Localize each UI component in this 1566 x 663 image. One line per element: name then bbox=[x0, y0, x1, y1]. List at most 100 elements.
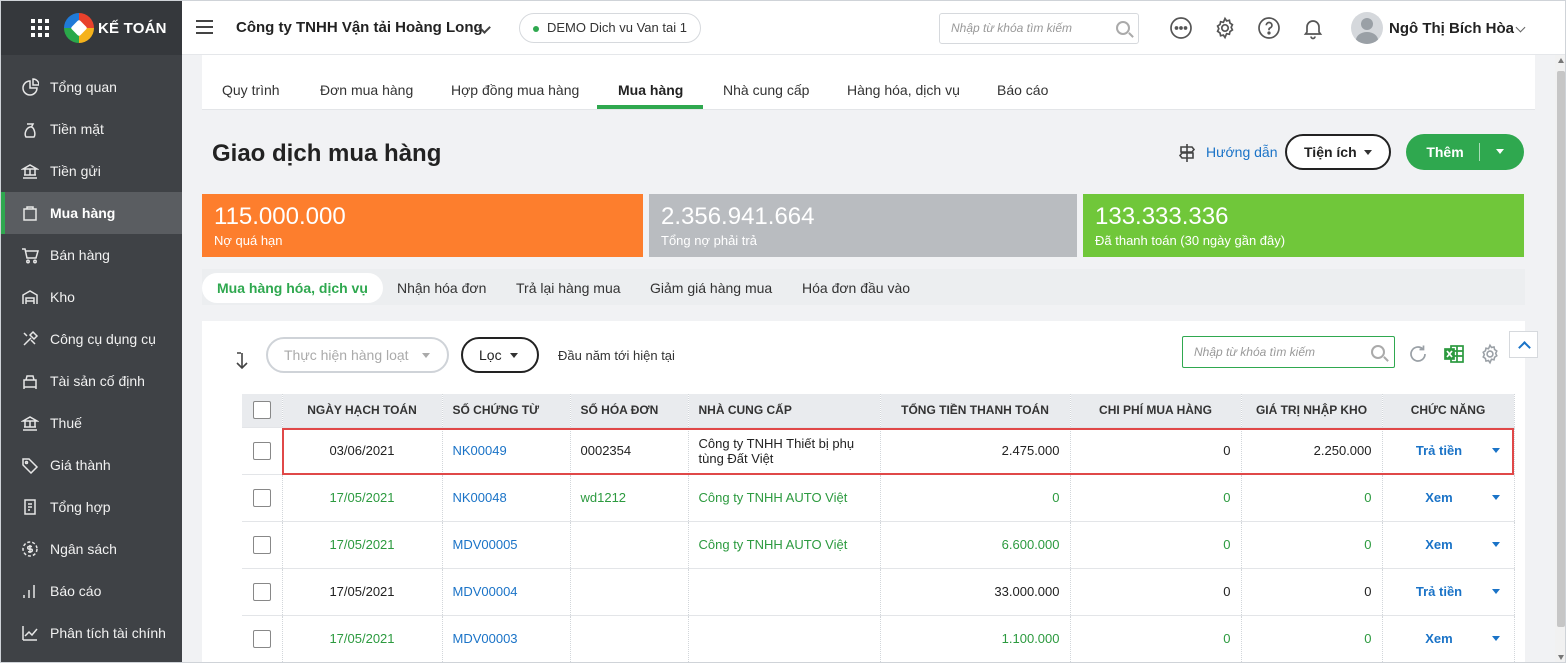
col-header-date[interactable]: NGÀY HẠCH TOÁN bbox=[282, 394, 443, 428]
cell-total: 1.100.000 bbox=[880, 615, 1071, 662]
row-action-button[interactable]: Xem bbox=[1393, 537, 1504, 552]
more-icon[interactable] bbox=[1169, 16, 1193, 40]
grid-search-input[interactable]: Nhập từ khóa tìm kiếm bbox=[1182, 336, 1395, 368]
scrollbar[interactable] bbox=[1555, 55, 1565, 662]
scrollbar-thumb[interactable] bbox=[1557, 71, 1565, 627]
refresh-icon[interactable] bbox=[1407, 343, 1429, 365]
utility-button[interactable]: Tiện ích bbox=[1285, 134, 1391, 170]
excel-icon[interactable] bbox=[1443, 343, 1465, 365]
grid-settings-icon[interactable] bbox=[1479, 343, 1501, 365]
search-icon[interactable] bbox=[1116, 21, 1130, 35]
select-all-checkbox[interactable] bbox=[252, 401, 271, 420]
sidebar-item-label: Thuế bbox=[50, 415, 82, 431]
gear-icon[interactable] bbox=[1213, 16, 1237, 40]
tools-icon bbox=[21, 330, 39, 348]
sidebar-item-9[interactable]: Thuế bbox=[1, 402, 182, 444]
col-header-doc-no[interactable]: SỐ CHỨNG TỪ bbox=[442, 394, 571, 428]
scroll-down-icon[interactable] bbox=[1558, 655, 1564, 660]
table-row[interactable]: 17/05/2021 MDV00005 Công ty TNHH AUTO Việt… bbox=[242, 521, 1515, 569]
table-row[interactable]: 17/05/2021 MDV00004 33.000.000 0 0 Trả tiền bbox=[242, 568, 1515, 616]
price-tag-icon bbox=[21, 456, 39, 474]
sidebar-item-5[interactable]: Bán hàng bbox=[1, 234, 182, 276]
search-icon[interactable] bbox=[1371, 345, 1385, 359]
user-name[interactable]: Ngô Thị Bích Hòa bbox=[1389, 20, 1514, 37]
scroll-up-icon[interactable] bbox=[1558, 58, 1564, 63]
sidebar-item-6[interactable]: Kho bbox=[1, 276, 182, 318]
logo-row: KẾ TOÁN bbox=[1, 1, 182, 55]
global-search-input[interactable]: Nhập từ khóa tìm kiếm bbox=[939, 13, 1139, 44]
row-action-button[interactable]: Xem bbox=[1393, 490, 1504, 505]
subtab-nhan-hoa-don[interactable]: Nhận hóa đơn bbox=[397, 280, 486, 296]
card-overdue[interactable]: 115.000.000 Nợ quá hạn bbox=[202, 194, 643, 257]
cell-supplier bbox=[688, 568, 881, 616]
row-action-button[interactable]: Trả tiền bbox=[1393, 584, 1504, 599]
row-checkbox[interactable] bbox=[252, 629, 271, 648]
bell-icon[interactable] bbox=[1301, 16, 1325, 40]
col-header-cost[interactable]: CHI PHÍ MUA HÀNG bbox=[1070, 394, 1242, 428]
menu-icon[interactable] bbox=[196, 20, 213, 34]
sidebar-item-label: Báo cáo bbox=[50, 583, 102, 599]
sidebar-item-8[interactable]: Tài sản cố định bbox=[1, 360, 182, 402]
sidebar-item-11[interactable]: Tổng hợp bbox=[1, 486, 182, 528]
row-checkbox[interactable] bbox=[252, 535, 271, 554]
card-total-payable[interactable]: 2.356.941.664 Tổng nợ phải trả bbox=[649, 194, 1077, 257]
chevron-down-icon[interactable] bbox=[1515, 22, 1526, 33]
sidebar-item-1[interactable]: Tổng quan bbox=[1, 66, 182, 108]
filter-button[interactable]: Lọc bbox=[461, 337, 539, 373]
table-row[interactable]: 17/05/2021 NK00048 wd1212 Công ty TNHH AUTO… bbox=[242, 474, 1515, 522]
sidebar-item-7[interactable]: Công cụ dụng cụ bbox=[1, 318, 182, 360]
sidebar-item-label: Mua hàng bbox=[50, 205, 116, 221]
avatar[interactable] bbox=[1351, 12, 1383, 44]
card-paid-30-days[interactable]: 133.333.336 Đã thanh toán (30 ngày gần đ… bbox=[1083, 194, 1524, 257]
col-header-invoice-no[interactable]: SỐ HÓA ĐƠN bbox=[570, 394, 689, 428]
col-header-supplier[interactable]: NHÀ CUNG CẤP bbox=[688, 394, 881, 428]
cell-doc-no[interactable]: MDV00004 bbox=[442, 568, 571, 616]
period-label[interactable]: Đầu năm tới hiện tại bbox=[558, 348, 675, 363]
tab-hop-dong-mua-hang[interactable]: Hợp đồng mua hàng bbox=[451, 82, 579, 98]
add-button[interactable]: Thêm bbox=[1406, 134, 1524, 170]
tab-mua-hang[interactable]: Mua hàng bbox=[618, 82, 683, 98]
row-action-button[interactable]: Xem bbox=[1393, 631, 1504, 646]
row-checkbox[interactable] bbox=[252, 582, 271, 601]
col-header-total[interactable]: TỔNG TIỀN THANH TOÁN bbox=[880, 394, 1071, 428]
cell-doc-no[interactable]: MDV00005 bbox=[442, 521, 571, 569]
cell-date: 17/05/2021 bbox=[282, 521, 443, 569]
tab-don-mua-hang[interactable]: Đơn mua hàng bbox=[320, 82, 413, 98]
sidebar-item-13[interactable]: Báo cáo bbox=[1, 570, 182, 612]
sidebar-item-14[interactable]: Phân tích tài chính bbox=[1, 612, 182, 654]
tab-hang-hoa-dich-vu[interactable]: Hàng hóa, dịch vụ bbox=[847, 82, 960, 98]
collapse-panel-button[interactable] bbox=[1509, 331, 1538, 358]
bulk-action-dropdown[interactable]: Thực hiện hàng loạt bbox=[266, 337, 449, 373]
subtab-mua-hang-hoa-dich-vu[interactable]: Mua hàng hóa, dịch vụ bbox=[202, 273, 383, 303]
cell-doc-no[interactable]: NK00049 bbox=[442, 427, 571, 475]
table-row[interactable]: 03/06/2021 NK00049 0002354 Công ty TNHH Thi… bbox=[242, 427, 1515, 475]
subtab-hoa-don-dau-vao[interactable]: Hóa đơn đầu vào bbox=[802, 280, 910, 296]
col-header-stock-value[interactable]: GIÁ TRỊ NHẬP KHO bbox=[1241, 394, 1383, 428]
subtab-giam-gia-hang-mua[interactable]: Giảm giá hàng mua bbox=[650, 280, 772, 296]
help-icon[interactable] bbox=[1257, 16, 1281, 40]
sidebar-item-10[interactable]: Giá thành bbox=[1, 444, 182, 486]
dashboard-icon bbox=[21, 78, 39, 96]
sidebar-item-4[interactable]: Mua hàng bbox=[1, 192, 182, 234]
database-badge[interactable]: DEMO Dich vu Van tai 1 bbox=[519, 13, 701, 43]
tab-bao-cao[interactable]: Báo cáo bbox=[997, 82, 1048, 98]
company-selector[interactable]: Công ty TNHH Vận tải Hoàng Long bbox=[236, 19, 483, 36]
sidebar-item-label: Kho bbox=[50, 289, 75, 305]
subtab-tra-lai-hang-mua[interactable]: Trả lại hàng mua bbox=[516, 280, 621, 296]
guide-link[interactable]: Hướng dẫn bbox=[1176, 144, 1277, 162]
row-checkbox[interactable] bbox=[252, 441, 271, 460]
table-row[interactable]: 17/05/2021 MDV00003 1.100.000 0 0 Xem bbox=[242, 615, 1515, 662]
cell-doc-no[interactable]: NK00048 bbox=[442, 474, 571, 522]
add-dropdown-icon[interactable] bbox=[1496, 149, 1504, 154]
cell-total: 0 bbox=[880, 474, 1071, 522]
cell-doc-no[interactable]: MDV00003 bbox=[442, 615, 571, 662]
row-checkbox[interactable] bbox=[252, 488, 271, 507]
tab-quy-trinh[interactable]: Quy trình bbox=[222, 82, 280, 98]
sidebar-item-2[interactable]: Tiền mặt bbox=[1, 108, 182, 150]
row-action-button[interactable]: Trả tiền bbox=[1393, 443, 1504, 458]
sort-icon[interactable] bbox=[234, 351, 250, 371]
tab-nha-cung-cap[interactable]: Nhà cung cấp bbox=[723, 82, 809, 98]
sidebar-item-3[interactable]: Tiền gửi bbox=[1, 150, 182, 192]
app-grid-icon[interactable] bbox=[31, 19, 49, 37]
sidebar-item-12[interactable]: Ngân sách bbox=[1, 528, 182, 570]
